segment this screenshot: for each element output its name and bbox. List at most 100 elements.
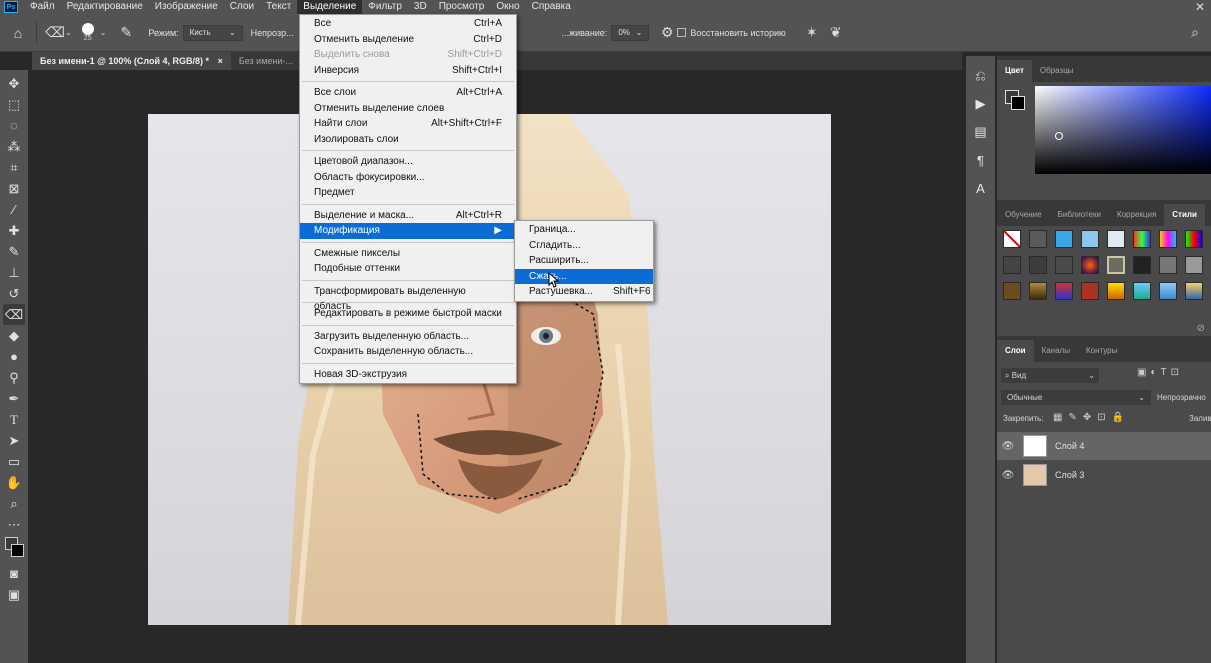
menu-edit[interactable]: Редактирование [61, 0, 149, 14]
style-swatch[interactable] [1081, 282, 1099, 300]
style-swatch[interactable] [1055, 256, 1073, 274]
menu-item-select-and-mask[interactable]: Выделение и маска... Alt+Ctrl+R [300, 208, 516, 224]
dodge-tool-icon[interactable]: ⚲ [3, 367, 25, 388]
menu-item-find-layers[interactable]: Найти слои Alt+Shift+Ctrl+F [300, 116, 516, 132]
blend-mode-select[interactable]: Обычные ⌄ [1001, 390, 1151, 405]
style-swatch[interactable] [1029, 256, 1047, 274]
menu-help[interactable]: Справка [526, 0, 577, 14]
style-swatch[interactable] [1055, 282, 1073, 300]
crop-tool-icon[interactable]: ⌗ [3, 157, 25, 178]
lock-icons[interactable]: ▦✎✥⊡🔒 [1053, 412, 1130, 423]
menu-file[interactable]: Файл [24, 0, 61, 14]
menu-image[interactable]: Изображение [149, 0, 224, 14]
rectangle-tool-icon[interactable]: ▭ [3, 451, 25, 472]
tab-color[interactable]: Цвет [997, 60, 1032, 82]
move-tool-icon[interactable]: ✥ [3, 73, 25, 94]
tab-document-1[interactable]: Без имени-1 @ 100% (Слой 4, RGB/8) * × [32, 52, 231, 70]
clone-stamp-tool-icon[interactable]: ⊥ [3, 262, 25, 283]
menu-item-deselect[interactable]: Отменить выделение Ctrl+D [300, 32, 516, 48]
menu-window[interactable]: Окно [490, 0, 525, 14]
style-swatch[interactable] [1133, 230, 1151, 248]
style-swatch[interactable] [1133, 256, 1151, 274]
background-color[interactable] [11, 544, 24, 557]
chevron-down-icon[interactable]: ⌄ [65, 28, 72, 37]
character-icon[interactable]: A [969, 174, 993, 202]
menu-item-inverse[interactable]: Инверсия Shift+Ctrl+I [300, 63, 516, 79]
mode-select[interactable]: Кисть ⌄ [182, 24, 243, 41]
menu-item-subject[interactable]: Предмет [300, 185, 516, 201]
eye-icon[interactable]: 👁 [997, 470, 1019, 481]
history-icon[interactable]: ⎌ [969, 62, 993, 90]
menu-item-focus-area[interactable]: Область фокусировки... [300, 170, 516, 186]
style-swatch[interactable] [1107, 256, 1125, 274]
tab-channels[interactable]: Каналы [1034, 340, 1078, 362]
marquee-tool-icon[interactable]: ⬚ [3, 94, 25, 115]
tab-swatches[interactable]: Образцы [1032, 60, 1082, 82]
style-swatch[interactable] [1107, 282, 1125, 300]
style-swatch[interactable] [1185, 282, 1203, 300]
brush-settings-icon[interactable]: ✎ [116, 23, 136, 43]
screen-mode-icon[interactable]: ▣ [3, 584, 25, 605]
menu-layers[interactable]: Слои [224, 0, 260, 14]
actions-play-icon[interactable]: ▶ [969, 90, 993, 118]
menu-3d[interactable]: 3D [408, 0, 433, 14]
eyedropper-tool-icon[interactable]: ⁄ [3, 199, 25, 220]
type-tool-icon[interactable]: T [3, 409, 25, 430]
tab-layers[interactable]: Слои [997, 340, 1034, 362]
frame-tool-icon[interactable]: ⊠ [3, 178, 25, 199]
quick-mask-icon[interactable]: ◙ [3, 563, 25, 584]
eraser-tool-icon[interactable]: ⌫ [45, 23, 65, 43]
zoom-tool-icon[interactable]: ⌕ [3, 493, 25, 514]
submenu-item-expand[interactable]: Расширить... [515, 253, 653, 269]
chevron-down-icon[interactable]: ⌄ [100, 28, 107, 37]
background-color-swatch[interactable] [1011, 96, 1025, 110]
hand-tool-icon[interactable]: ✋ [3, 472, 25, 493]
style-swatch[interactable] [1029, 230, 1047, 248]
color-picker-cursor[interactable] [1055, 132, 1063, 140]
menu-item-isolate-layers[interactable]: Изолировать слои [300, 132, 516, 148]
submenu-item-smooth[interactable]: Сгладить... [515, 238, 653, 254]
brush-tool-icon[interactable]: ✎ [3, 241, 25, 262]
style-swatch[interactable] [1003, 282, 1021, 300]
menu-type[interactable]: Текст [260, 0, 297, 14]
style-swatch-none[interactable] [1003, 230, 1021, 248]
restore-history-option[interactable]: Восстановить историю [677, 28, 786, 38]
menu-view[interactable]: Просмотр [433, 0, 491, 14]
submenu-item-border[interactable]: Граница... [515, 222, 653, 238]
search-icon[interactable]: ⌕ [1185, 23, 1205, 43]
style-swatch[interactable] [1029, 282, 1047, 300]
style-swatch[interactable] [1081, 256, 1099, 274]
menu-filter[interactable]: Фильтр [362, 0, 408, 14]
style-swatch[interactable] [1159, 282, 1177, 300]
menu-item-quick-mask[interactable]: Редактировать в режиме быстрой маски [300, 306, 516, 322]
eye-icon[interactable]: 👁 [997, 441, 1019, 452]
menu-item-grow[interactable]: Смежные пикселы [300, 246, 516, 262]
submenu-item-contract[interactable]: Сжать... [515, 268, 653, 284]
tab-adjustments[interactable]: Коррекция [1109, 204, 1164, 226]
blur-tool-icon[interactable]: ● [3, 346, 25, 367]
tab-libraries[interactable]: Библиотеки [1050, 204, 1109, 226]
magic-wand-tool-icon[interactable]: ⁂ [3, 136, 25, 157]
tab-learn[interactable]: Обучение [997, 204, 1050, 226]
color-picker-field[interactable] [1035, 86, 1211, 174]
brush-preset-picker[interactable]: 25 [81, 23, 94, 42]
style-swatch[interactable] [1159, 256, 1177, 274]
layer-row[interactable]: 👁 Слой 3 [997, 461, 1211, 489]
paint-bucket-tool-icon[interactable]: ◆ [3, 325, 25, 346]
path-selection-tool-icon[interactable]: ➤ [3, 430, 25, 451]
tab-document-2[interactable]: Без имени-... [231, 52, 301, 70]
menu-item-similar[interactable]: Подобные оттенки [300, 261, 516, 277]
style-swatch[interactable] [1107, 230, 1125, 248]
style-swatch[interactable] [1081, 230, 1099, 248]
menu-item-select-all[interactable]: Все Ctrl+A [300, 16, 516, 32]
layer-row[interactable]: 👁 Слой 4 [997, 432, 1211, 460]
style-swatch[interactable] [1003, 256, 1021, 274]
restore-history-checkbox[interactable] [677, 28, 687, 37]
eraser-tool-icon[interactable]: ⌫ [3, 304, 25, 325]
more-tools-icon[interactable]: ⋯ [3, 514, 25, 535]
menu-item-deselect-layers[interactable]: Отменить выделение слоев [300, 101, 516, 117]
layer-filter-icons[interactable]: ▣◐T⊡ [1137, 367, 1183, 378]
menu-item-modify[interactable]: Модификация ▶ [300, 223, 516, 239]
layer-filter-select[interactable]: ⌕ Вид ⌄ [1001, 368, 1099, 383]
smoothing-input[interactable]: 0% ⌄ [611, 24, 650, 41]
